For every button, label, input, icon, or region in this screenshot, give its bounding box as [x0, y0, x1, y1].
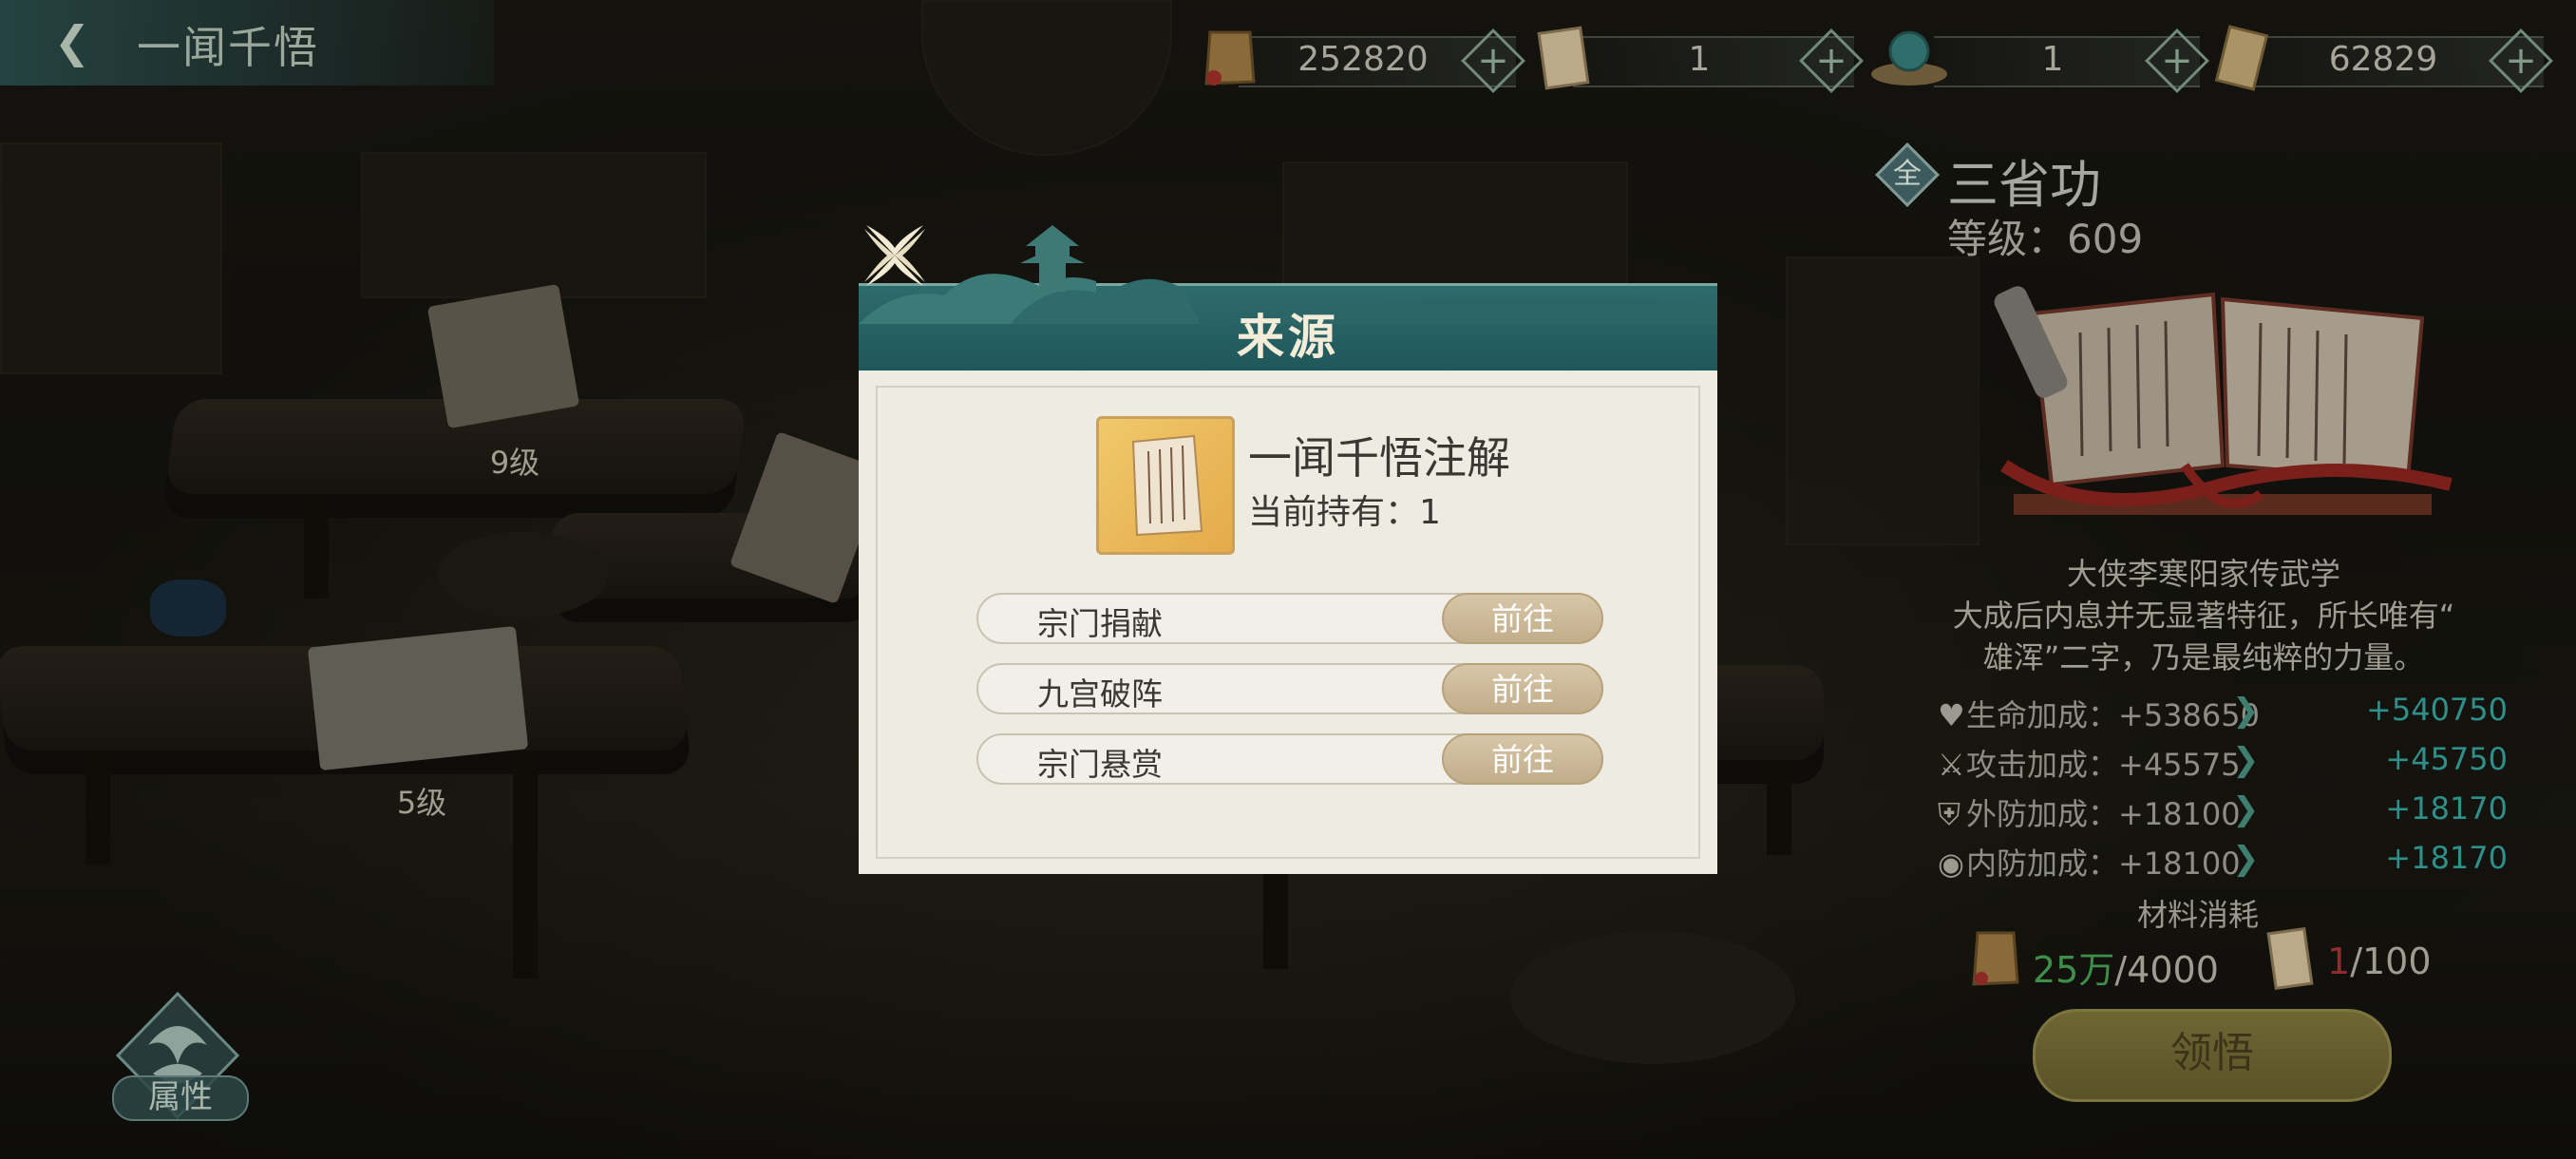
materials-title: 材料消耗: [2137, 897, 2260, 933]
kungfu-level: 等级：609: [1947, 216, 2144, 262]
material-scroll-note: 1/100: [2264, 926, 2454, 991]
go-button[interactable]: 前往: [1442, 663, 1603, 714]
kungfu-origin: 大侠李寒阳家传武学: [2066, 556, 2340, 592]
item-level-label: 5级: [396, 785, 447, 821]
currency-scroll-note: 1 +: [1535, 26, 1864, 93]
seal-token-icon: [1972, 931, 2019, 986]
currency-seal: 252820 +: [1201, 28, 1525, 93]
item-level-label: 9级: [489, 445, 540, 481]
source-name: 宗门捐献: [1037, 605, 1163, 642]
stat-row-inner-defense: ◉内防加成：+18100 ❯ +18170: [1938, 840, 2508, 882]
heart-icon: ♥: [1938, 697, 1965, 733]
source-row: 宗门悬赏 前往: [976, 733, 1603, 785]
page-title: 一闻千悟: [137, 22, 319, 73]
currency-manual: 62829 +: [2213, 25, 2553, 93]
item-name: 一闻千悟注解: [1248, 432, 1510, 484]
source-dialog: 来源 一闻千悟注解 当前持有：1 宗门捐献 前往 九宫破阵 前往 宗门悬赏 前往: [859, 225, 1717, 874]
shield-icon: ⛨: [1938, 796, 1961, 832]
source-name: 九宫破阵: [1037, 675, 1163, 712]
currency-value: 62829: [2328, 40, 2438, 79]
source-row: 九宫破阵 前往: [976, 663, 1603, 714]
dialog-title: 来源: [1237, 309, 1339, 365]
currency-value: 1: [2041, 40, 2064, 79]
go-button[interactable]: 前往: [1442, 593, 1603, 644]
annotation-scroll-icon: [1131, 434, 1203, 537]
currency-jade: 1 +: [1867, 28, 2209, 93]
comprehend-button[interactable]: 领悟: [2033, 1009, 2392, 1102]
item-owned-count: 当前持有：1: [1248, 493, 1441, 532]
go-button[interactable]: 前往: [1442, 733, 1603, 785]
scroll-note-icon: [2266, 926, 2314, 991]
currency-value: 1: [1688, 40, 1711, 79]
source-row: 宗门捐献 前往: [976, 593, 1603, 644]
kungfu-description-line: 雄浑”二字，乃是最纯粹的力量。: [1982, 639, 2425, 675]
title-banner: ❮ 一闻千悟: [0, 0, 494, 86]
sword-icon: ⚔: [1938, 747, 1965, 783]
scroll-note-icon: [1537, 26, 1590, 90]
arrow-right-icon: ❯: [2232, 741, 2260, 779]
close-icon[interactable]: [859, 219, 931, 292]
kungfu-scroll-illustration: [1994, 286, 2453, 515]
currency-value: 252820: [1297, 40, 1429, 79]
stat-row-hp: ♥生命加成：+538650 ❯ +540750: [1938, 692, 2508, 733]
kungfu-description-line: 大成后内息并无显著特征，所长唯有“: [1952, 598, 2455, 634]
manual-book-icon: [2214, 25, 2269, 91]
arrow-right-icon: ❯: [2232, 790, 2260, 828]
material-seal: 25万/4000: [1970, 931, 2219, 991]
inner-shield-icon: ◉: [1938, 846, 1964, 882]
seal-token-icon: [1204, 30, 1256, 86]
arrow-right-icon: ❯: [2232, 692, 2260, 730]
back-arrow-icon[interactable]: ❮: [46, 15, 99, 68]
arrow-right-icon: ❯: [2232, 840, 2260, 878]
stat-row-outer-defense: ⛨ 外防加成：+18100 ❯ +18170: [1938, 790, 2508, 832]
category-badge: 全: [1875, 142, 1940, 207]
item-icon: [1096, 416, 1235, 555]
jade-artifact-icon: [1871, 30, 1947, 86]
dialog-header: 来源: [859, 225, 1717, 373]
attribute-button[interactable]: 属性: [112, 1075, 249, 1121]
stat-row-attack: ⚔攻击加成：+45575 ❯ +45750: [1938, 741, 2508, 783]
source-name: 宗门悬赏: [1037, 746, 1163, 783]
